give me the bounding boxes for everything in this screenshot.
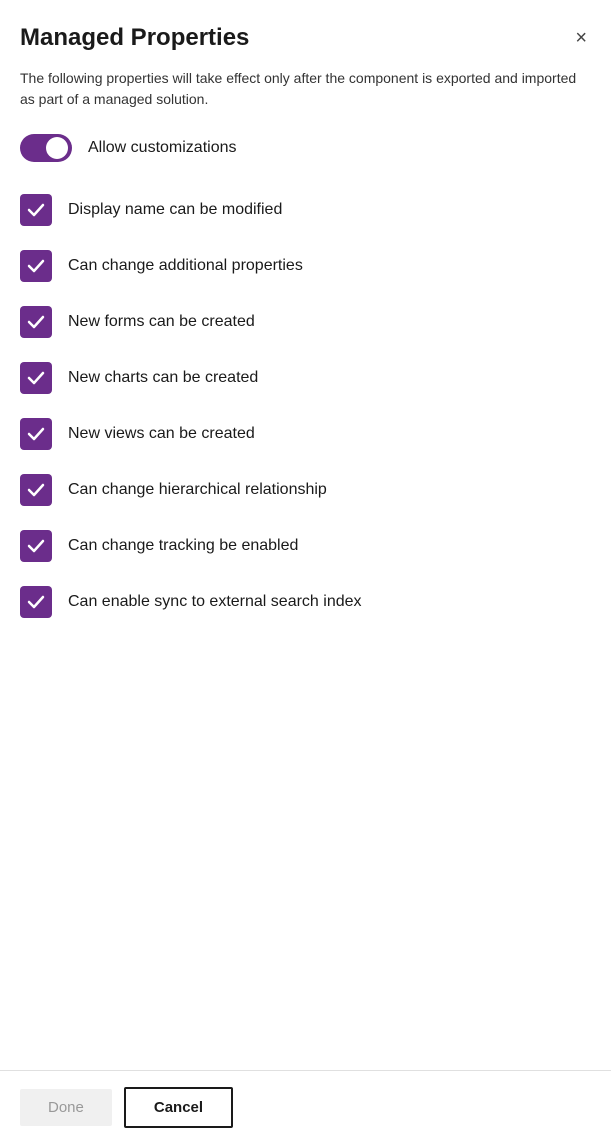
- list-item: New charts can be created: [20, 350, 591, 406]
- dialog-header: Managed Properties ×: [20, 24, 591, 52]
- checkbox-label: Can change hierarchical relationship: [68, 481, 327, 499]
- list-item: Can change tracking be enabled: [20, 518, 591, 574]
- allow-customizations-toggle[interactable]: [20, 134, 72, 162]
- list-item: New views can be created: [20, 406, 591, 462]
- check-icon: [27, 369, 45, 387]
- checkbox-display-name[interactable]: [20, 194, 52, 226]
- list-item: Display name can be modified: [20, 182, 591, 238]
- check-icon: [27, 201, 45, 219]
- check-icon: [27, 537, 45, 555]
- done-button[interactable]: Done: [20, 1089, 112, 1126]
- list-item: New forms can be created: [20, 294, 591, 350]
- allow-customizations-row: Allow customizations: [20, 134, 591, 162]
- close-button[interactable]: ×: [571, 24, 591, 52]
- checkbox-tracking[interactable]: [20, 530, 52, 562]
- checkbox-additional-props[interactable]: [20, 250, 52, 282]
- dialog-description: The following properties will take effec…: [20, 68, 591, 110]
- checkbox-new-charts[interactable]: [20, 362, 52, 394]
- check-icon: [27, 257, 45, 275]
- check-icon: [27, 425, 45, 443]
- list-item: Can enable sync to external search index: [20, 574, 591, 630]
- checkbox-label: Can change tracking be enabled: [68, 537, 298, 555]
- dialog-footer: Done Cancel: [0, 1070, 611, 1144]
- checkbox-label: New forms can be created: [68, 313, 255, 331]
- check-icon: [27, 593, 45, 611]
- check-icon: [27, 313, 45, 331]
- checkbox-hierarchical[interactable]: [20, 474, 52, 506]
- checkbox-label: Can change additional properties: [68, 257, 303, 275]
- checkbox-sync-search[interactable]: [20, 586, 52, 618]
- cancel-button[interactable]: Cancel: [124, 1087, 233, 1128]
- checkbox-label: Can enable sync to external search index: [68, 593, 362, 611]
- properties-list: Display name can be modified Can change …: [20, 182, 591, 630]
- check-icon: [27, 481, 45, 499]
- list-item: Can change additional properties: [20, 238, 591, 294]
- checkbox-new-forms[interactable]: [20, 306, 52, 338]
- checkbox-label: Display name can be modified: [68, 201, 282, 219]
- dialog-title: Managed Properties: [20, 24, 249, 52]
- checkbox-new-views[interactable]: [20, 418, 52, 450]
- checkbox-label: New charts can be created: [68, 369, 258, 387]
- checkbox-label: New views can be created: [68, 425, 255, 443]
- managed-properties-dialog: Managed Properties × The following prope…: [0, 0, 611, 1070]
- list-item: Can change hierarchical relationship: [20, 462, 591, 518]
- toggle-label: Allow customizations: [88, 139, 237, 157]
